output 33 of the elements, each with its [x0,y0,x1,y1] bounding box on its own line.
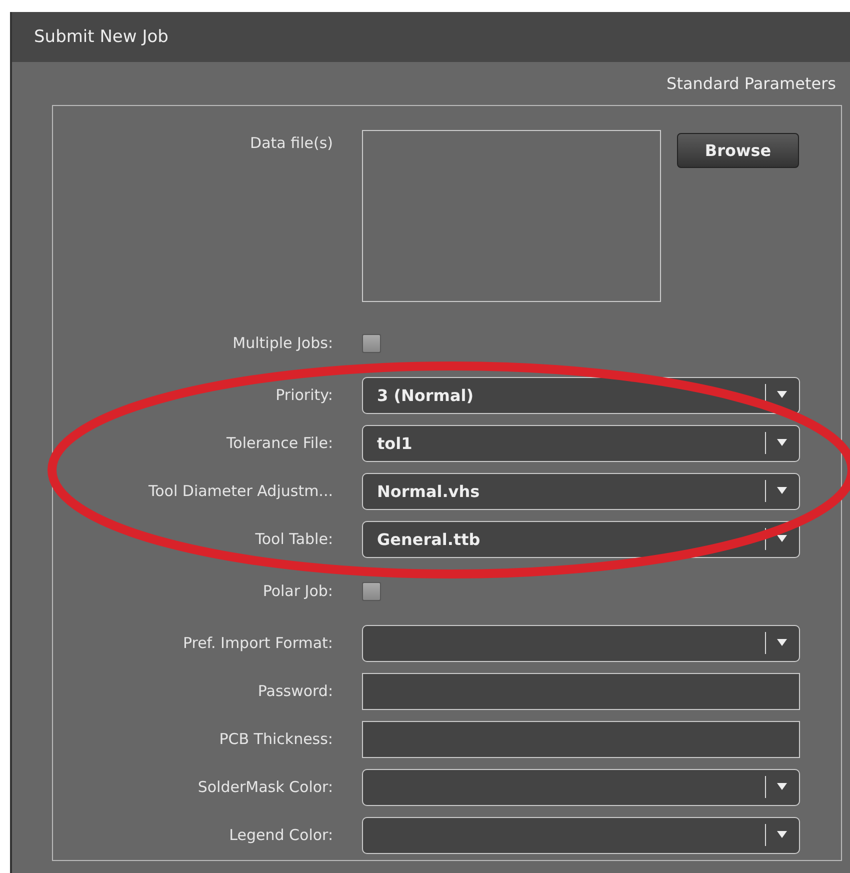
browse-button[interactable]: Browse [677,133,799,168]
field-label: Polar Job: [262,582,333,600]
field-label: Tolerance File: [226,434,333,452]
field-label: Password: [256,682,333,700]
dropdown[interactable]: tol1 [362,424,800,462]
section-title: Standard Parameters [666,74,836,93]
input-field[interactable] [362,672,800,710]
input-field[interactable] [362,720,800,758]
caret-icon [777,391,787,399]
dropdown[interactable] [362,624,800,662]
field-label: Tool Table: [254,530,333,548]
field-label: Priority: [274,386,333,404]
dropdown[interactable]: General.ttb [362,520,800,558]
caret-icon [777,535,787,543]
caret-icon [777,639,787,647]
caret-icon [777,831,787,839]
field-label: Data file(s) [249,133,333,152]
dropdown[interactable]: 3 (Normal) [362,376,800,414]
caret-icon [777,783,787,791]
field-label: SolderMask Color: [196,778,333,796]
field-label: Pref. Import Format: [182,634,333,652]
caret-icon [777,487,787,495]
caret-icon [777,439,787,447]
checkbox[interactable] [362,334,381,352]
dropdown[interactable] [362,768,800,806]
dropdown[interactable]: Normal.vhs [362,472,800,510]
field-label: Tool Diameter Adjustm... [147,482,333,500]
checkbox[interactable] [362,582,381,600]
field-label: PCB Thickness: [218,730,333,748]
field-label: Multiple Jobs: [232,334,333,352]
window-title: Submit New Job [34,27,168,47]
field-label: Legend Color: [228,826,333,844]
dropdown[interactable] [362,816,800,854]
